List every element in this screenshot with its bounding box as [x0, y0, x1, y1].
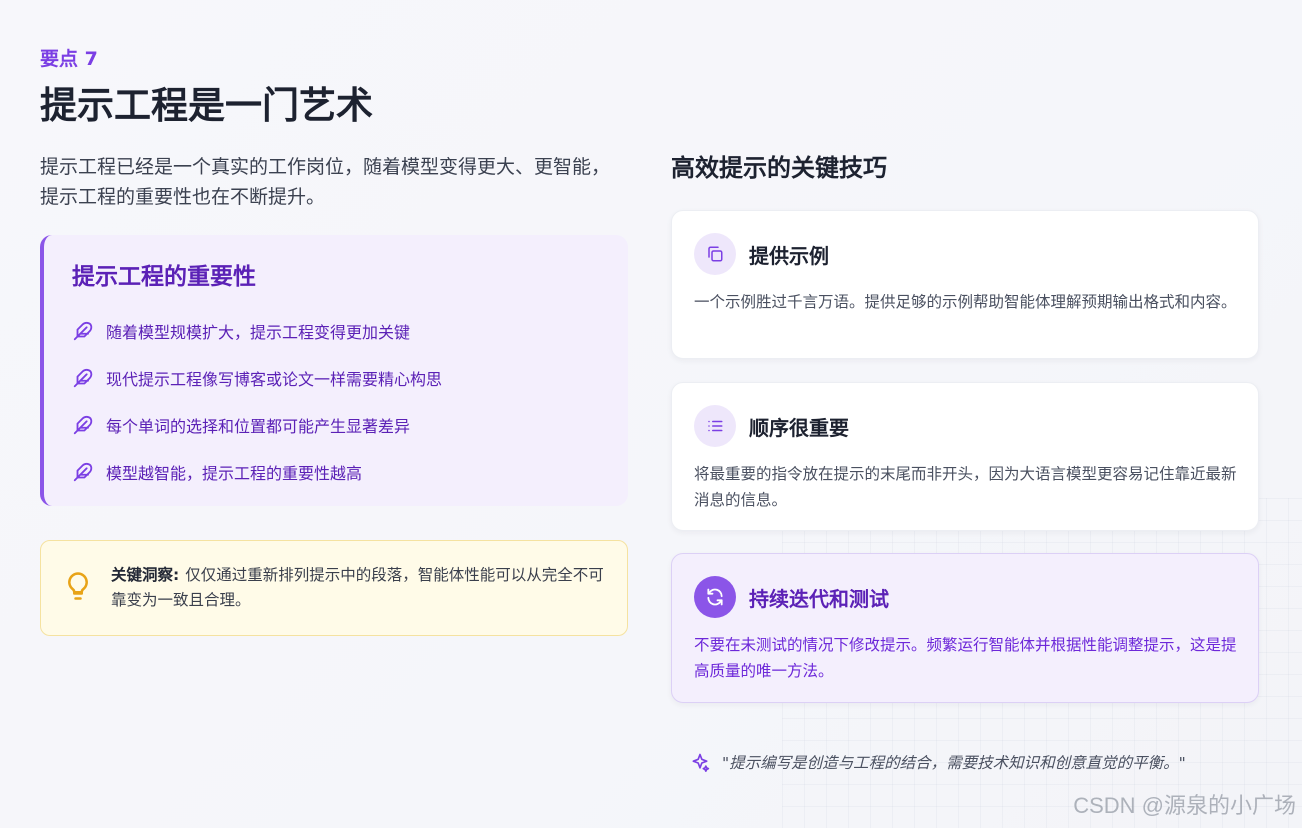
tip-card-body: 不要在未测试的情况下修改提示。频繁运行智能体并根据性能调整提示，这是提高质量的唯…: [694, 636, 1237, 680]
intro-section: 要点 7 提示工程是一门艺术 提示工程已经是一个真实的工作岗位，随着模型变得更大…: [40, 46, 628, 212]
list-item: 模型越智能，提示工程的重要性越高: [72, 448, 600, 495]
list-item: 现代提示工程像写博客或论文一样需要精心构思: [72, 354, 600, 401]
feather-icon: [73, 368, 93, 387]
list-item-text: 模型越智能，提示工程的重要性越高: [106, 463, 363, 483]
page-title: 提示工程是一门艺术: [40, 84, 373, 127]
refresh-icon: [707, 588, 723, 606]
importance-list: 随着模型规模扩大，提示工程变得更加关键 现代提示工程像写博客或论文一样需要精心构…: [72, 307, 600, 495]
insight-text-block: 关键洞察: 仅仅通过重新排列提示中的段落，智能体性能可以从完全不可靠变为一致且合理…: [111, 563, 607, 635]
feather-icon: [73, 321, 93, 340]
importance-title: 提示工程的重要性: [72, 264, 256, 290]
list-icon: [708, 420, 723, 432]
tip-card-header: 顺序很重要: [694, 405, 1236, 447]
tip-card-examples: 提供示例 一个示例胜过千言万语。提供足够的示例帮助智能体理解预期输出格式和内容。: [671, 210, 1259, 359]
feather-icon: [73, 415, 93, 434]
tip-card-title: 顺序很重要: [749, 415, 849, 440]
tip-card-body: 一个示例胜过千言万语。提供足够的示例帮助智能体理解预期输出格式和内容。: [694, 293, 1237, 311]
intro-paragraph: 提示工程已经是一个真实的工作岗位，随着模型变得更大、更智能，提示工程的重要性也在…: [40, 156, 611, 208]
section-eyebrow: 要点 7: [40, 48, 98, 70]
list-item-text: 每个单词的选择和位置都可能产生显著差异: [106, 416, 411, 436]
copy-icon: [708, 246, 723, 262]
sparkle-icon: [692, 753, 710, 772]
tips-section: 高效提示的关键技巧: [671, 150, 1259, 186]
list-item-text: 随着模型规模扩大，提示工程变得更加关键: [106, 322, 411, 342]
tip-badge: [694, 233, 736, 275]
tip-card-header: 提供示例: [694, 233, 1236, 275]
importance-panel: 提示工程的重要性 随着模型规模扩大，提示工程变得更加关键 现代提示工程像写博客或…: [40, 235, 628, 506]
lightbulb-icon: [68, 572, 88, 600]
tip-card-title: 提供示例: [749, 243, 829, 268]
insight-text: 仅仅通过重新排列提示中的段落，智能体性能可以从完全不可靠变为一致且合理。: [111, 566, 604, 609]
tip-badge: [694, 576, 736, 618]
closing-quote: "提示编写是创造与工程的结合，需要技术知识和创意直觉的平衡。": [690, 748, 1250, 776]
insight-callout: 关键洞察: 仅仅通过重新排列提示中的段落，智能体性能可以从完全不可靠变为一致且合理…: [40, 540, 628, 636]
tip-card-title: 持续迭代和测试: [749, 586, 889, 611]
list-item: 随着模型规模扩大，提示工程变得更加关键: [72, 307, 600, 354]
tip-card-body: 将最重要的指令放在提示的末尾而非开头，因为大语言模型更容易记住靠近最新消息的信息…: [694, 465, 1237, 509]
quote-text: "提示编写是创造与工程的结合，需要技术知识和创意直觉的平衡。": [722, 754, 1186, 772]
tip-badge: [694, 405, 736, 447]
tip-card-header: 持续迭代和测试: [694, 576, 1236, 618]
feather-icon: [73, 462, 93, 481]
insight-label: 关键洞察:: [111, 566, 180, 584]
tips-title: 高效提示的关键技巧: [671, 154, 887, 182]
list-item: 每个单词的选择和位置都可能产生显著差异: [72, 401, 600, 448]
list-item-text: 现代提示工程像写博客或论文一样需要精心构思: [106, 369, 443, 389]
tip-card-order: 顺序很重要 将最重要的指令放在提示的末尾而非开头，因为大语言模型更容易记住靠近最…: [671, 382, 1259, 531]
watermark: CSDN @源泉的小广场: [1073, 793, 1296, 818]
tip-card-iterate: 持续迭代和测试 不要在未测试的情况下修改提示。频繁运行智能体并根据性能调整提示，…: [671, 553, 1259, 703]
